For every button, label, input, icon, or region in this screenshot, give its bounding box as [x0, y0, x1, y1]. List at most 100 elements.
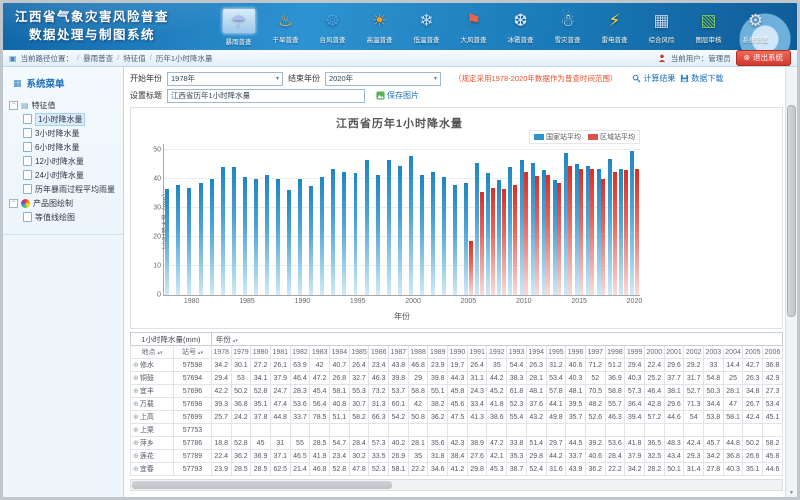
value-cell: 53: [231, 372, 251, 385]
table-row: ⊕宜丰5769642.250.252.824.728.345.458.155.3…: [131, 385, 783, 398]
value-cell: 47: [723, 398, 743, 411]
sidebar-item-特征值-3[interactable]: 6小时降水量: [3, 140, 123, 154]
toolbar-item-8[interactable]: ☃雪灾普查: [544, 4, 591, 46]
toolbar-item-11[interactable]: ▧图层审核: [685, 4, 732, 46]
sidebar-item-特征值-6[interactable]: 历年暴雨过程平均雨量: [3, 182, 123, 196]
bar-national: [564, 153, 568, 295]
breadcrumb-item[interactable]: 历年1小时降水量: [156, 53, 213, 64]
value-cell: 53.7: [389, 385, 409, 398]
table-year-group-header[interactable]: 年份▴▾: [211, 333, 782, 346]
hscroll-thumb[interactable]: [132, 481, 392, 489]
sidebar-item-特征值-5[interactable]: 24小时降水量: [3, 168, 123, 182]
sidebar-title-label: 系统菜单: [27, 76, 65, 90]
sort-arrows-icon[interactable]: ▴▾: [233, 338, 238, 344]
sidebar-item-label: 6小时降水量: [35, 142, 79, 153]
sidebar-item-产品图绘制-1[interactable]: 等值线绘图: [3, 210, 123, 224]
breadcrumb-item[interactable]: 特征值: [123, 53, 146, 64]
scroll-down-arrow-icon[interactable]: ▾: [786, 489, 797, 496]
station-name-cell[interactable]: ⊕修水: [131, 359, 174, 372]
bar-national: [376, 175, 380, 296]
year-column-header: 1989: [428, 346, 448, 359]
value-cell: 48.3: [664, 437, 684, 450]
station-name-cell[interactable]: ⊕宜丰: [131, 385, 174, 398]
expand-row-icon[interactable]: ⊕: [133, 414, 139, 421]
station-name-cell[interactable]: ⊕上栗: [131, 424, 174, 437]
value-cell: 28.4: [605, 450, 625, 463]
value-cell: 48.1: [526, 385, 546, 398]
main-panel: 开始年份 1978年▾ 结束年份 2020年▾ （规定采用1978-2020年数…: [124, 67, 797, 497]
value-cell: 29.6: [664, 398, 684, 411]
sidebar-item-label: 等值线绘图: [35, 212, 75, 223]
bar-national: [531, 163, 535, 295]
toolbar-item-12[interactable]: ⚙系统设置: [732, 4, 779, 46]
station-name-cell[interactable]: ⊕上高: [131, 411, 174, 424]
toolbar-item-label: 暴雨普查: [226, 36, 252, 46]
save-image-button[interactable]: 保存图片: [376, 90, 419, 101]
breadcrumb-item[interactable]: 暴雨普查: [83, 53, 113, 64]
value-cell: 40.2: [389, 437, 409, 450]
sidebar-group-2[interactable]: −产品图绘制: [3, 196, 123, 210]
bar-national: [630, 151, 634, 295]
toolbar-item-10[interactable]: ▦综合风险: [638, 4, 685, 46]
toolbar-item-1[interactable]: ☂暴雨普查: [215, 4, 262, 46]
toolbar-item-9[interactable]: ⚡雷电普查: [591, 4, 638, 46]
station-name-cell[interactable]: ⊕莲花: [131, 450, 174, 463]
station-name-cell[interactable]: ⊕宜春: [131, 463, 174, 476]
table-row: ⊕莲花5778922.436.236.937.146.541.923.430.2…: [131, 450, 783, 463]
value-cell: 53.8: [704, 411, 724, 424]
expand-row-icon[interactable]: ⊕: [133, 375, 139, 382]
sidebar-item-特征值-1[interactable]: 1小时降水量: [3, 112, 123, 126]
toolbar-item-label: 低温普查: [414, 34, 440, 44]
x-tick-label: 2015: [571, 298, 587, 305]
sidebar-group-1[interactable]: −▤特征值: [3, 98, 123, 112]
expand-row-icon[interactable]: ⊕: [133, 362, 139, 369]
download-button[interactable]: 数据下载: [680, 73, 723, 84]
start-year-select[interactable]: 1978年▾: [167, 72, 283, 86]
expand-row-icon[interactable]: ⊕: [133, 453, 139, 460]
tree-expander-icon[interactable]: −: [9, 199, 18, 208]
value-cell: 31: [270, 437, 290, 450]
expand-row-icon[interactable]: ⊕: [133, 401, 139, 408]
tree-expander-icon[interactable]: −: [9, 101, 18, 110]
location-column-header[interactable]: 地点▴▾: [131, 346, 174, 359]
expand-row-icon[interactable]: ⊕: [133, 466, 139, 473]
value-cell: [487, 424, 507, 437]
station-column-header[interactable]: 站号▴▾: [174, 346, 212, 359]
exit-system-button[interactable]: ⊗ 退出系统: [736, 50, 791, 66]
expand-row-icon[interactable]: ⊕: [133, 440, 139, 447]
station-name-cell[interactable]: ⊕铜鼓: [131, 372, 174, 385]
x-tick-label: 2010: [516, 298, 532, 305]
end-year-select[interactable]: 2020年▾: [325, 72, 441, 86]
value-cell: 47.8: [349, 463, 369, 476]
expand-row-icon[interactable]: ⊕: [133, 427, 139, 434]
vertical-scrollbar[interactable]: ▾: [785, 67, 797, 497]
toolbar-item-7[interactable]: ❆冰雹普查: [497, 4, 544, 46]
value-cell: 42.4: [743, 411, 763, 424]
station-name-cell[interactable]: ⊕万载: [131, 398, 174, 411]
sort-arrows-icon[interactable]: ▴▾: [198, 350, 203, 356]
bar-regional: [601, 179, 605, 295]
breadcrumb-label: 当前路径位置：: [21, 53, 74, 64]
expand-row-icon[interactable]: ⊕: [133, 388, 139, 395]
value-cell: 50.8: [408, 411, 428, 424]
vscroll-thumb[interactable]: [787, 105, 796, 317]
bar-national: [398, 166, 402, 295]
toolbar-item-4[interactable]: ☀高温普查: [356, 4, 403, 46]
sort-arrows-icon[interactable]: ▴▾: [158, 350, 163, 356]
toolbar-item-3[interactable]: ☸台风普查: [309, 4, 356, 46]
calculate-button[interactable]: 计算结果: [632, 73, 675, 84]
x-tick-label: 2005: [461, 298, 477, 305]
station-id-cell: 57753: [174, 424, 212, 437]
sidebar-item-特征值-2[interactable]: 3小时降水量: [3, 126, 123, 140]
table-horizontal-scrollbar[interactable]: [130, 479, 783, 491]
value-cell: 78.5: [310, 411, 330, 424]
value-cell: [389, 424, 409, 437]
toolbar-item-6[interactable]: ⚑大风普查: [450, 4, 497, 46]
station-name-cell[interactable]: ⊕萍乡: [131, 437, 174, 450]
toolbar-item-5[interactable]: ❄低温普查: [403, 4, 450, 46]
toolbar-item-2[interactable]: ♨干旱普查: [262, 4, 309, 46]
chart-title-input[interactable]: [167, 89, 365, 103]
sidebar-item-特征值-4[interactable]: 12小时降水量: [3, 154, 123, 168]
value-cell: 40.6: [566, 359, 586, 372]
breadcrumb: /暴雨普查/特征值/历年1小时降水量: [77, 53, 212, 64]
